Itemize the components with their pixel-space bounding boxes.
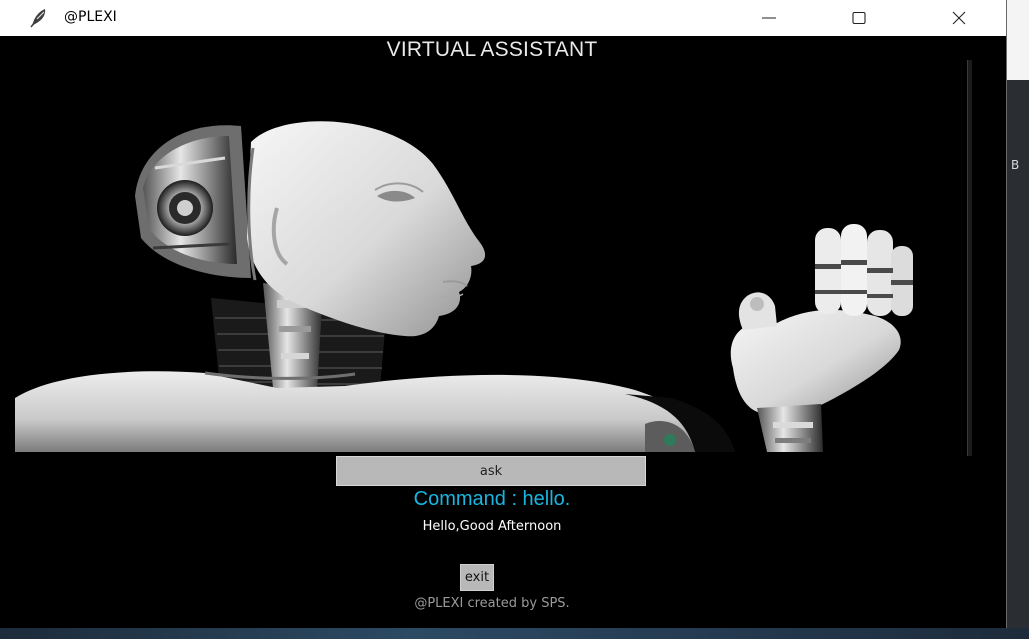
maximize-icon xyxy=(852,11,866,25)
vertical-scrollbar[interactable] xyxy=(967,60,972,456)
window-title: @PLEXI xyxy=(64,9,117,25)
maximize-button[interactable] xyxy=(836,0,882,36)
desktop-edge-glyph: B xyxy=(1011,158,1020,172)
title-bar[interactable]: @PLEXI xyxy=(0,0,1006,36)
minimize-button[interactable] xyxy=(746,0,792,36)
page-title: VIRTUAL ASSISTANT xyxy=(386,38,598,61)
taskbar-edge xyxy=(0,628,1029,639)
credit-text: @PLEXI created by SPS. xyxy=(414,596,570,611)
response-text: Hello,Good Afternoon xyxy=(422,519,562,534)
close-button[interactable] xyxy=(936,0,982,36)
app-content: VIRTUAL ASSISTANT ask Command: hello. H… xyxy=(9,36,997,628)
app-window: @PLEXI VIRTUAL ASSISTANT ask Command: h… xyxy=(0,0,1007,628)
minimize-icon xyxy=(762,17,776,19)
ask-button[interactable]: ask xyxy=(336,456,646,486)
close-icon xyxy=(952,11,966,25)
desktop-background xyxy=(1007,0,1029,639)
exit-button[interactable]: exit xyxy=(460,564,494,591)
command-text: Command : hello. xyxy=(413,488,571,510)
robot-image xyxy=(15,68,956,452)
feather-icon xyxy=(28,8,50,28)
